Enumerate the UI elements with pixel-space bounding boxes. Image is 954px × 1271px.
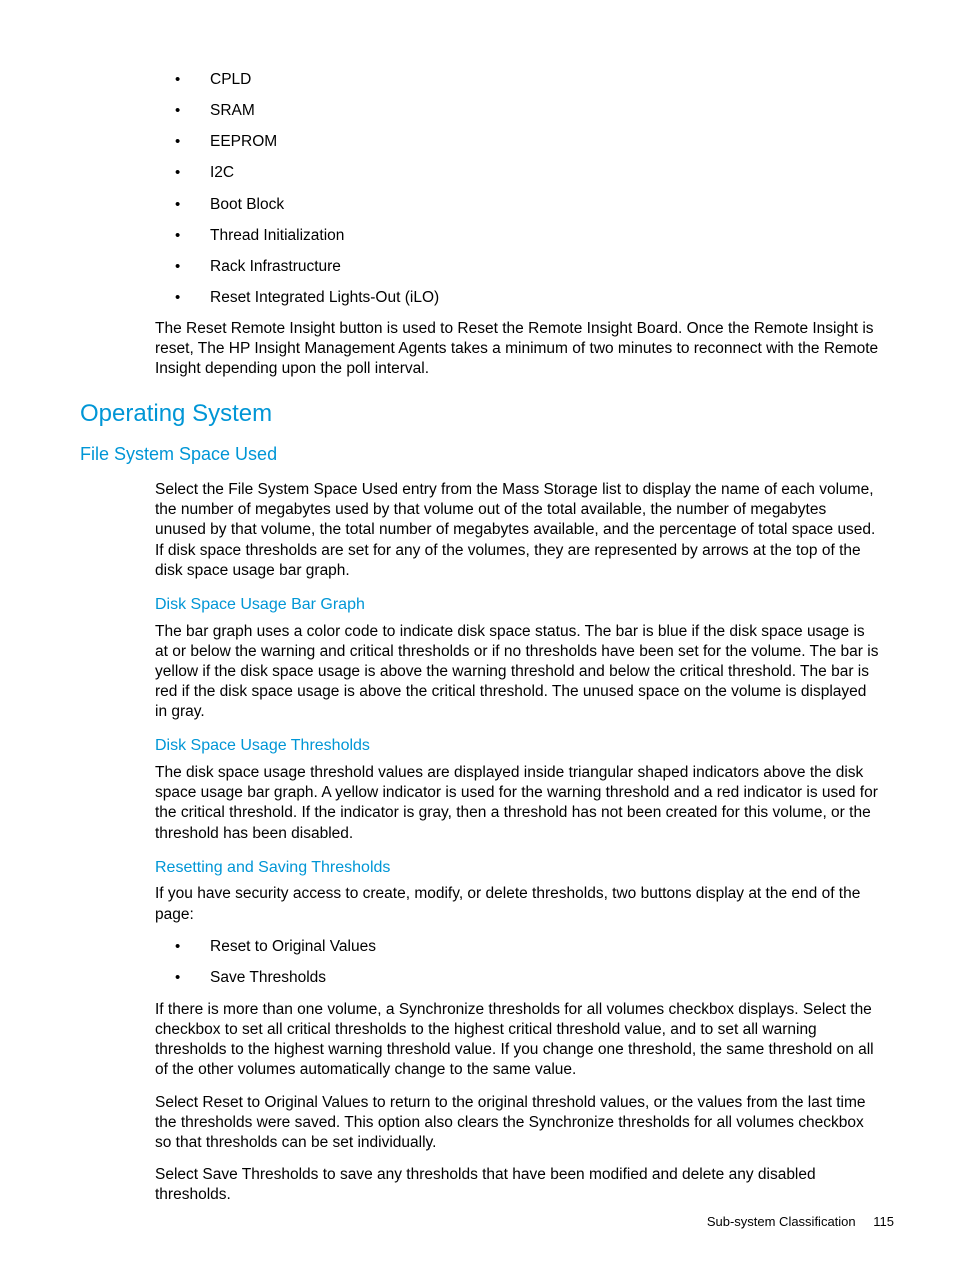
list-item: Reset to Original Values <box>175 937 880 957</box>
paragraph: If there is more than one volume, a Sync… <box>155 1000 880 1081</box>
list-item: EEPROM <box>175 132 880 152</box>
list-item: Thread Initialization <box>175 226 880 246</box>
page-footer: Sub-system Classification 115 <box>707 1214 894 1231</box>
paragraph: The bar graph uses a color code to indic… <box>155 622 880 723</box>
page-content: CPLD SRAM EEPROM I2C Boot Block Thread I… <box>80 70 880 1205</box>
paragraph: Select the File System Space Used entry … <box>155 480 880 581</box>
list-item: Rack Infrastructure <box>175 257 880 277</box>
page-number: 115 <box>873 1214 894 1229</box>
paragraph: The disk space usage threshold values ar… <box>155 763 880 844</box>
threshold-buttons-list: Reset to Original Values Save Thresholds <box>80 937 880 988</box>
list-item: Boot Block <box>175 195 880 215</box>
heading-file-system-space-used: File System Space Used <box>80 443 880 466</box>
heading-disk-space-usage-thresholds: Disk Space Usage Thresholds <box>155 736 880 757</box>
list-item: Save Thresholds <box>175 968 880 988</box>
paragraph: If you have security access to create, m… <box>155 884 880 924</box>
component-list: CPLD SRAM EEPROM I2C Boot Block Thread I… <box>80 70 880 308</box>
list-item: Reset Integrated Lights-Out (iLO) <box>175 288 880 308</box>
heading-operating-system: Operating System <box>80 398 880 429</box>
list-item: SRAM <box>175 101 880 121</box>
list-item: CPLD <box>175 70 880 90</box>
heading-disk-space-usage-bar-graph: Disk Space Usage Bar Graph <box>155 595 880 616</box>
footer-section-label: Sub-system Classification <box>707 1214 856 1229</box>
list-item: I2C <box>175 163 880 183</box>
paragraph: Select Reset to Original Values to retur… <box>155 1093 880 1153</box>
paragraph: Select Save Thresholds to save any thres… <box>155 1165 880 1205</box>
paragraph: The Reset Remote Insight button is used … <box>155 319 880 379</box>
heading-resetting-saving-thresholds: Resetting and Saving Thresholds <box>155 858 880 879</box>
